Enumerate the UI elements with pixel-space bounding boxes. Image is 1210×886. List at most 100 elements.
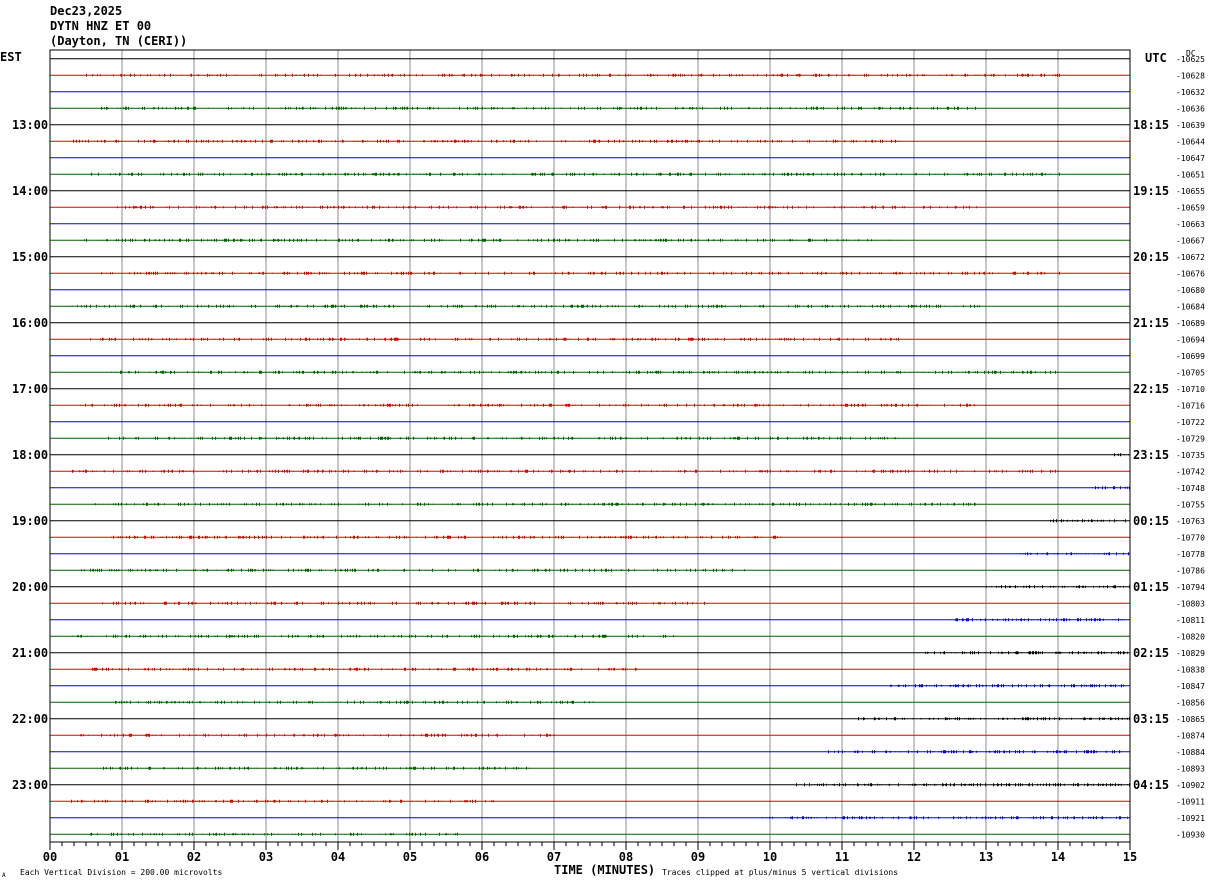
dc-offset-label: -10763 xyxy=(1176,517,1205,526)
dc-offset-label: -10820 xyxy=(1176,632,1205,641)
est-hour-label: 13:00 xyxy=(12,118,48,132)
dc-offset-label: -10838 xyxy=(1176,665,1205,674)
dc-offset-label: -10911 xyxy=(1176,797,1205,806)
dc-offset-label: -10636 xyxy=(1176,104,1205,113)
helicorder-plot: 00 01 02 03 04 05 06 07 08 09 10 11 12 13 14 15 13:00 18:… xyxy=(12,49,1205,864)
dc-offset-label: -10647 xyxy=(1176,154,1205,163)
utc-hour-label: 20:15 xyxy=(1133,250,1169,264)
x-tick-label: 00 xyxy=(43,850,57,864)
dc-offset-label: -10716 xyxy=(1176,401,1205,410)
dc-offset-label: -10755 xyxy=(1176,500,1205,509)
utc-hour-label: 00:15 xyxy=(1133,514,1169,528)
est-hour-label: 19:00 xyxy=(12,514,48,528)
header-date: Dec23,2025 xyxy=(50,4,123,18)
dc-offset-label: -10710 xyxy=(1176,385,1205,394)
utc-hour-label: 23:15 xyxy=(1133,448,1169,462)
utc-hour-label: 21:15 xyxy=(1133,316,1169,330)
label-layer: 00 01 02 03 04 05 06 07 08 09 10 11 12 13 14 15 13:00 18:… xyxy=(12,55,1205,864)
utc-hour-label: 04:15 xyxy=(1133,778,1169,792)
est-hour-label: 15:00 xyxy=(12,250,48,264)
header-station: DYTN HNZ ET 00 xyxy=(50,19,152,33)
x-tick-label: 04 xyxy=(331,850,345,864)
dc-offset-label: -10847 xyxy=(1176,682,1205,691)
x-tick-label: 09 xyxy=(691,850,705,864)
trace-noise xyxy=(955,618,1125,622)
dc-offset-label: -10829 xyxy=(1176,649,1205,658)
clip-note: Traces clipped at plus/minus 5 vertical … xyxy=(662,868,899,877)
scale-note: Each Vertical Division = 200.00 microvol… xyxy=(20,868,223,877)
dc-offset-label: -10778 xyxy=(1176,550,1205,559)
x-tick-label: 08 xyxy=(619,850,633,864)
dc-offset-label: -10794 xyxy=(1176,583,1205,592)
utc-hour-label: 01:15 xyxy=(1133,580,1169,594)
corner-mark: A xyxy=(2,872,6,879)
trace-noise xyxy=(1050,519,1126,523)
trace-noise xyxy=(92,667,637,671)
dc-offset-label: -10930 xyxy=(1176,830,1205,839)
dc-offset-label: -10786 xyxy=(1176,566,1205,575)
x-tick-label: 07 xyxy=(547,850,561,864)
utc-hour-label: 19:15 xyxy=(1133,184,1169,198)
x-tick-label: 11 xyxy=(835,850,849,864)
dc-offset-label: -10699 xyxy=(1176,352,1205,361)
grid-layer xyxy=(121,50,1059,842)
x-tick-label: 13 xyxy=(979,850,993,864)
est-hour-label: 23:00 xyxy=(12,778,48,792)
dc-offset-label: -10856 xyxy=(1176,698,1205,707)
x-tick-label: 05 xyxy=(403,850,417,864)
dc-offset-label: -10748 xyxy=(1176,484,1205,493)
x-tick-label: 06 xyxy=(475,850,489,864)
dc-offset-label: -10655 xyxy=(1176,187,1205,196)
dc-offset-label: -10644 xyxy=(1176,137,1205,146)
dc-offset-label: -10921 xyxy=(1176,814,1205,823)
utc-hour-label: 22:15 xyxy=(1133,382,1169,396)
header-location: (Dayton, TN (CERI)) xyxy=(50,34,188,48)
dc-offset-label: -10893 xyxy=(1176,764,1205,773)
dc-offset-label: -10689 xyxy=(1176,319,1205,328)
dc-offset-label: -10672 xyxy=(1176,253,1205,262)
utc-hour-label: 03:15 xyxy=(1133,712,1169,726)
dc-offset-label: -10684 xyxy=(1176,302,1205,311)
x-tick-label: 02 xyxy=(187,850,201,864)
dc-offset-label: -10705 xyxy=(1176,368,1205,377)
dc-offset-label: -10680 xyxy=(1176,286,1205,295)
dc-offset-label: -10874 xyxy=(1176,731,1205,740)
dc-offset-label: -10722 xyxy=(1176,418,1205,427)
dc-offset-label: -10639 xyxy=(1176,121,1205,130)
dc-offset-label: -10884 xyxy=(1176,748,1205,757)
x-axis-title: TIME (MINUTES) xyxy=(554,863,656,877)
dc-offset-label: -10729 xyxy=(1176,434,1205,443)
dc-offset-label: -10628 xyxy=(1176,71,1205,80)
right-timezone-label: UTC xyxy=(1145,51,1167,65)
x-tick-label: 01 xyxy=(115,850,129,864)
x-tick-label: 14 xyxy=(1051,850,1065,864)
dc-offset-label: -10632 xyxy=(1176,88,1205,97)
est-hour-label: 16:00 xyxy=(12,316,48,330)
x-tick-label: 15 xyxy=(1123,850,1137,864)
dc-offset-label: -10667 xyxy=(1176,236,1205,245)
x-tick-label: 12 xyxy=(907,850,921,864)
utc-hour-label: 02:15 xyxy=(1133,646,1169,660)
dc-offset-label: -10770 xyxy=(1176,533,1205,542)
est-hour-label: 18:00 xyxy=(12,448,48,462)
dc-offset-label: -10865 xyxy=(1176,715,1205,724)
est-hour-label: 17:00 xyxy=(12,382,48,396)
dc-offset-label: -10676 xyxy=(1176,269,1205,278)
x-tick-label: 03 xyxy=(259,850,273,864)
dc-offset-label: -10694 xyxy=(1176,335,1205,344)
utc-hour-label: 18:15 xyxy=(1133,118,1169,132)
est-hour-label: 20:00 xyxy=(12,580,48,594)
dc-offset-label: -10735 xyxy=(1176,451,1205,460)
dc-offset-label: -10811 xyxy=(1176,616,1205,625)
dc-offset-label: -10663 xyxy=(1176,220,1205,229)
est-hour-label: 21:00 xyxy=(12,646,48,660)
dc-label: DC xyxy=(1186,49,1196,58)
dc-offset-label: -10803 xyxy=(1176,599,1205,608)
plot-frame xyxy=(49,49,1131,843)
est-hour-label: 22:00 xyxy=(12,712,48,726)
dc-offset-label: -10902 xyxy=(1176,781,1205,790)
left-timezone-label: EST xyxy=(0,50,22,64)
dc-offset-label: -10742 xyxy=(1176,467,1205,476)
dc-offset-label: -10651 xyxy=(1176,170,1205,179)
x-tick-label: 10 xyxy=(763,850,777,864)
